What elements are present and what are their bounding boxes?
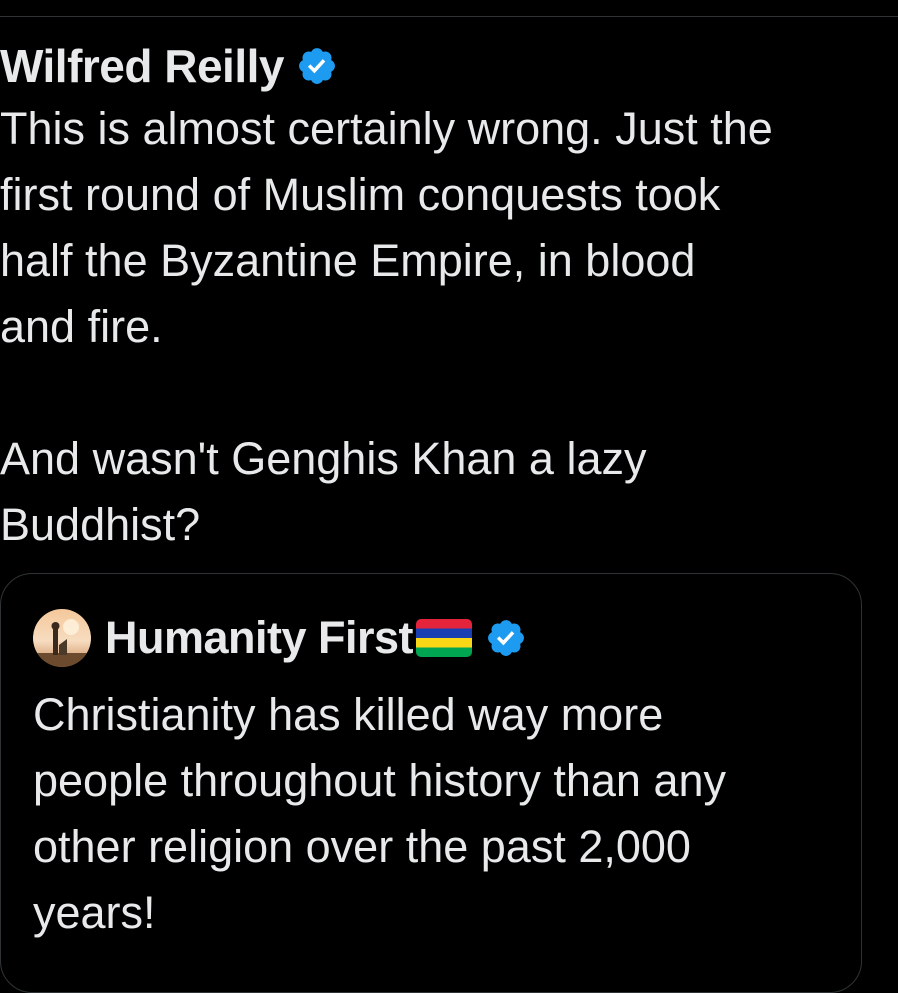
tweet-text: This is almost certainly wrong. Just the…: [0, 103, 773, 550]
quoted-tweet-author-row: Humanity First: [33, 608, 527, 668]
verified-badge-icon[interactable]: [296, 45, 338, 87]
avatar-image: [33, 609, 91, 667]
avatar[interactable]: [33, 609, 91, 667]
top-divider: [0, 16, 898, 17]
tweet-author-name[interactable]: Wilfred Reilly: [0, 36, 284, 96]
tweet[interactable]: Wilfred Reilly This is almost certainly …: [0, 36, 898, 558]
quoted-tweet-card[interactable]: Humanity First Christianity has killed w…: [0, 573, 862, 993]
quoted-tweet-text: Christianity has killed way more people …: [33, 689, 726, 938]
tweet-author-row: Wilfred Reilly: [0, 36, 898, 96]
verified-badge-icon[interactable]: [485, 617, 527, 659]
quoted-tweet-author-name[interactable]: Humanity First: [105, 608, 414, 668]
mauritius-flag-icon: [416, 619, 473, 657]
